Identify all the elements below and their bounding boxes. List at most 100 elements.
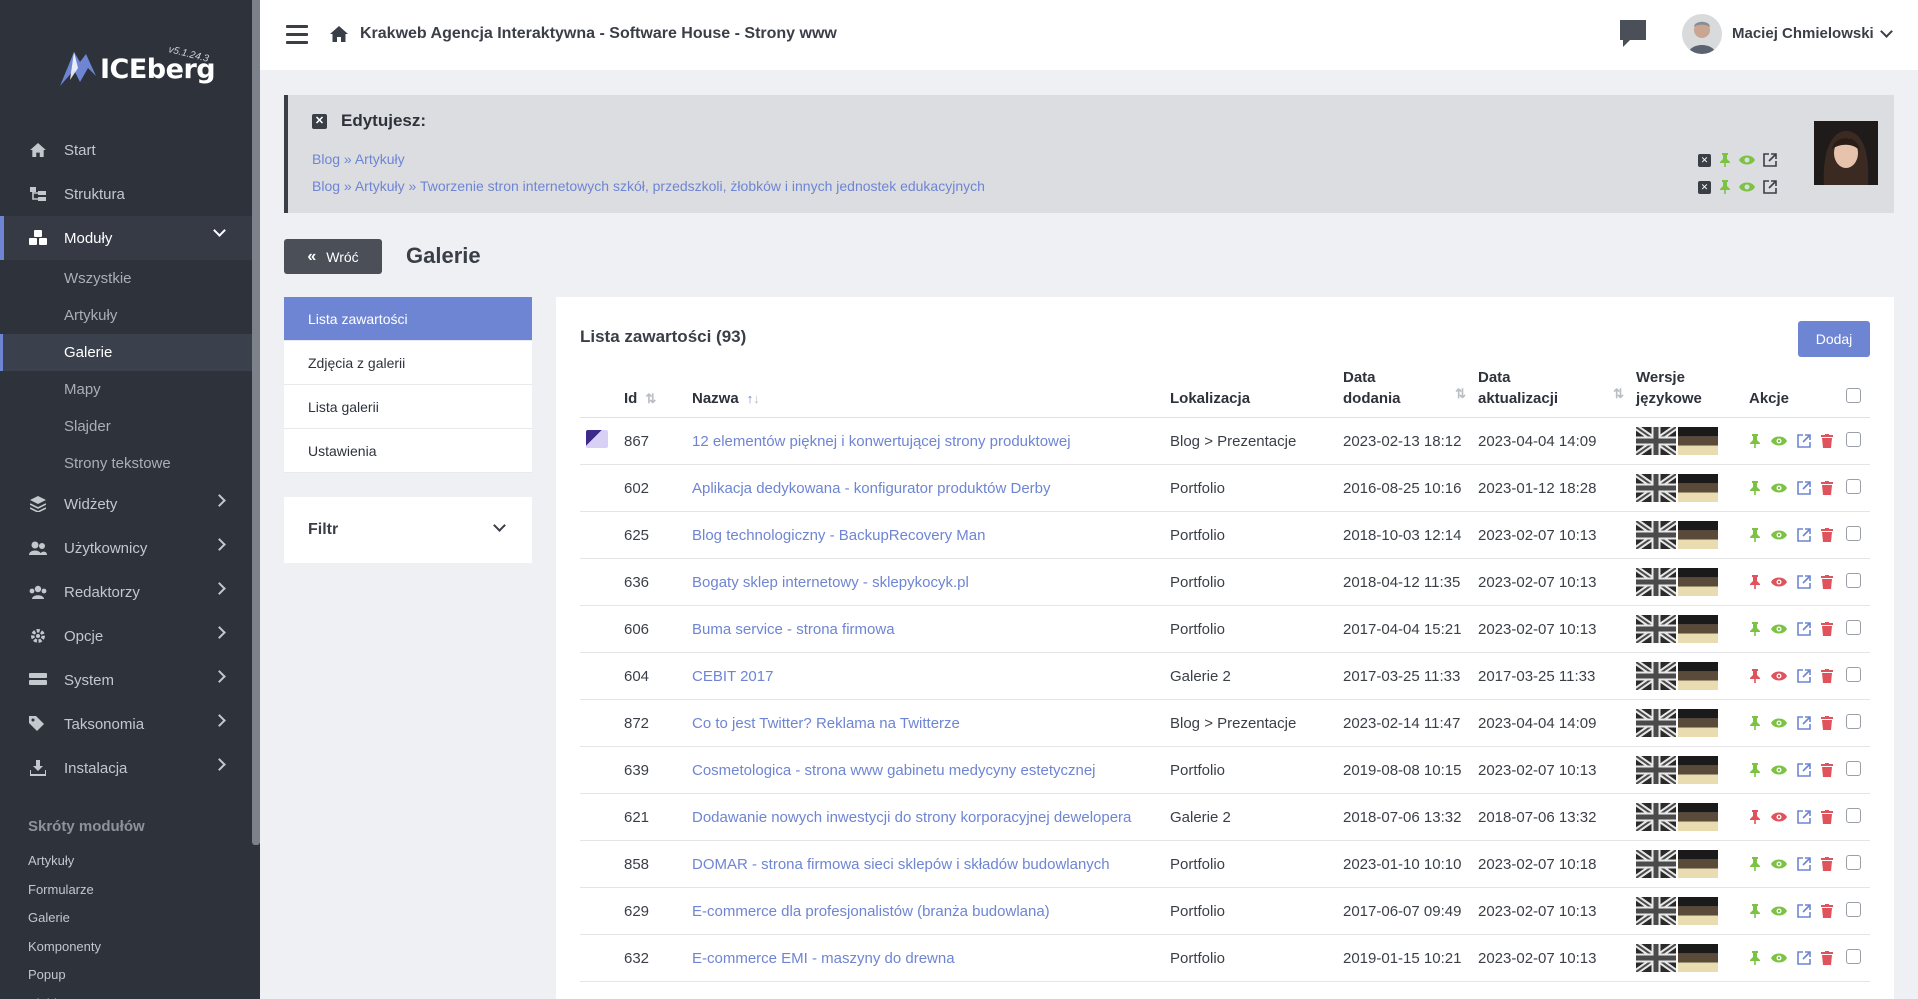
pin-icon[interactable] xyxy=(1749,622,1761,636)
table-row[interactable]: 867 12 elementów pięknej i konwertującej … xyxy=(580,417,1870,465)
close-icon[interactable]: ✕ xyxy=(312,113,327,129)
cell-select[interactable] xyxy=(1840,652,1870,700)
eye-icon[interactable] xyxy=(1771,623,1787,635)
pin-icon[interactable] xyxy=(1749,763,1761,777)
cell-name[interactable]: Co to jest Twitter? Reklama na Twitterze xyxy=(686,699,1164,747)
eye-icon[interactable] xyxy=(1771,952,1787,964)
flag-uk-icon[interactable] xyxy=(1636,944,1676,972)
flag-de-icon[interactable] xyxy=(1678,662,1718,690)
flag-uk-icon[interactable] xyxy=(1636,662,1676,690)
external-link-icon[interactable] xyxy=(1797,857,1811,871)
eye-icon[interactable] xyxy=(1739,181,1755,193)
submenu-item[interactable]: Strony tekstowe xyxy=(0,445,252,482)
eye-icon[interactable] xyxy=(1771,576,1787,588)
trash-icon[interactable] xyxy=(1821,951,1833,965)
sidebar-item-moduły[interactable]: Moduły xyxy=(0,216,252,260)
eye-icon[interactable] xyxy=(1771,764,1787,776)
cell-select[interactable] xyxy=(1840,887,1870,935)
pin-icon[interactable] xyxy=(1749,951,1761,965)
cell-select[interactable] xyxy=(1840,511,1870,559)
sidebar-item-system[interactable]: System xyxy=(0,658,252,702)
trash-icon[interactable] xyxy=(1821,575,1833,589)
cell-name[interactable]: Blog technologiczny - BackupRecovery Man xyxy=(686,511,1164,559)
flag-uk-icon[interactable] xyxy=(1636,897,1676,925)
col-name[interactable]: Nazwa ↑↓ xyxy=(686,367,1164,418)
external-link-icon[interactable] xyxy=(1797,810,1811,824)
cell-select[interactable] xyxy=(1840,934,1870,982)
sidebar-item-start[interactable]: Start xyxy=(0,128,252,172)
breadcrumb-link[interactable]: Artykuły xyxy=(355,151,405,167)
shortcut-link[interactable]: Formularze xyxy=(28,876,145,905)
cell-select[interactable] xyxy=(1840,699,1870,747)
flag-uk-icon[interactable] xyxy=(1636,521,1676,549)
eye-icon[interactable] xyxy=(1771,670,1787,682)
user-name[interactable]: Maciej Chmielowski xyxy=(1732,25,1874,42)
col-date-updated[interactable]: Data aktualizacji ⇅ xyxy=(1472,367,1630,418)
submenu-item[interactable]: Wszystkie xyxy=(0,260,252,297)
table-row[interactable]: 625 Blog technologiczny - BackupRecovery … xyxy=(580,511,1870,559)
section-nav-item[interactable]: Lista zawartości xyxy=(284,297,532,341)
external-link-icon[interactable] xyxy=(1763,153,1777,167)
trash-icon[interactable] xyxy=(1821,481,1833,495)
row-checkbox[interactable] xyxy=(1846,760,1861,776)
flag-de-icon[interactable] xyxy=(1678,568,1718,596)
flag-uk-icon[interactable] xyxy=(1636,427,1676,455)
external-link-icon[interactable] xyxy=(1797,528,1811,542)
eye-icon[interactable] xyxy=(1771,482,1787,494)
eye-icon[interactable] xyxy=(1771,435,1787,447)
home-icon[interactable] xyxy=(330,26,348,42)
table-row[interactable]: 632 E-commerce EMI - maszyny do drewna Por… xyxy=(580,934,1870,982)
flag-uk-icon[interactable] xyxy=(1636,615,1676,643)
row-checkbox[interactable] xyxy=(1846,666,1861,682)
trash-icon[interactable] xyxy=(1821,763,1833,777)
cell-select[interactable] xyxy=(1840,793,1870,841)
external-link-icon[interactable] xyxy=(1797,481,1811,495)
sidebar-item-taksonomia[interactable]: Taksonomia xyxy=(0,702,252,746)
breadcrumb-link[interactable]: Tworzenie stron internetowych szkół, prz… xyxy=(420,178,985,194)
flag-uk-icon[interactable] xyxy=(1636,568,1676,596)
trash-icon[interactable] xyxy=(1821,528,1833,542)
pin-icon[interactable] xyxy=(1749,669,1761,683)
table-row[interactable]: 639 Cosmetologica - strona www gabinetu m… xyxy=(580,746,1870,794)
external-link-icon[interactable] xyxy=(1797,951,1811,965)
filter-panel[interactable]: Filtr xyxy=(284,497,532,563)
cell-select[interactable] xyxy=(1840,417,1870,465)
pin-icon[interactable] xyxy=(1719,180,1731,194)
breadcrumb-link[interactable]: Blog xyxy=(312,151,340,167)
sidebar-item-widżety[interactable]: Widżety xyxy=(0,482,252,526)
trash-icon[interactable] xyxy=(1821,434,1833,448)
row-checkbox[interactable] xyxy=(1846,525,1861,541)
flag-de-icon[interactable] xyxy=(1678,474,1718,502)
shortcut-link[interactable]: Artykuły xyxy=(28,847,145,876)
cell-name[interactable]: E-commerce EMI - maszyny do drewna xyxy=(686,934,1164,982)
pin-icon[interactable] xyxy=(1749,857,1761,871)
eye-icon[interactable] xyxy=(1739,154,1755,166)
external-link-icon[interactable] xyxy=(1763,180,1777,194)
table-row[interactable]: 621 Dodawanie nowych inwestycji do strony… xyxy=(580,793,1870,841)
table-row[interactable]: 636 Bogaty sklep internetowy - sklepykocy… xyxy=(580,558,1870,606)
sidebar-item-struktura[interactable]: Struktura xyxy=(0,172,252,216)
shortcut-link[interactable]: Slajder xyxy=(28,990,145,999)
section-nav-item[interactable]: Lista galerii xyxy=(284,385,532,429)
pin-icon[interactable] xyxy=(1749,810,1761,824)
hamburger-menu-icon[interactable] xyxy=(286,25,308,45)
row-checkbox[interactable] xyxy=(1846,807,1861,823)
submenu-item[interactable]: Artykuły xyxy=(0,297,252,334)
close-icon[interactable]: ✕ xyxy=(1698,180,1711,194)
row-checkbox[interactable] xyxy=(1846,572,1861,588)
cell-name[interactable]: CEBIT 2017 xyxy=(686,652,1164,700)
row-checkbox[interactable] xyxy=(1846,713,1861,729)
row-checkbox[interactable] xyxy=(1846,431,1861,447)
trash-icon[interactable] xyxy=(1821,669,1833,683)
submenu-item[interactable]: Slajder xyxy=(0,408,252,445)
cell-select[interactable] xyxy=(1840,840,1870,888)
breadcrumb-link[interactable]: Artykuły xyxy=(355,178,405,194)
external-link-icon[interactable] xyxy=(1797,575,1811,589)
external-link-icon[interactable] xyxy=(1797,716,1811,730)
external-link-icon[interactable] xyxy=(1797,669,1811,683)
flag-uk-icon[interactable] xyxy=(1636,803,1676,831)
section-nav-item[interactable]: Zdjęcia z galerii xyxy=(284,341,532,385)
cell-name[interactable]: Cosmetologica - strona www gabinetu medy… xyxy=(686,746,1164,794)
row-checkbox[interactable] xyxy=(1846,948,1861,964)
flag-de-icon[interactable] xyxy=(1678,615,1718,643)
